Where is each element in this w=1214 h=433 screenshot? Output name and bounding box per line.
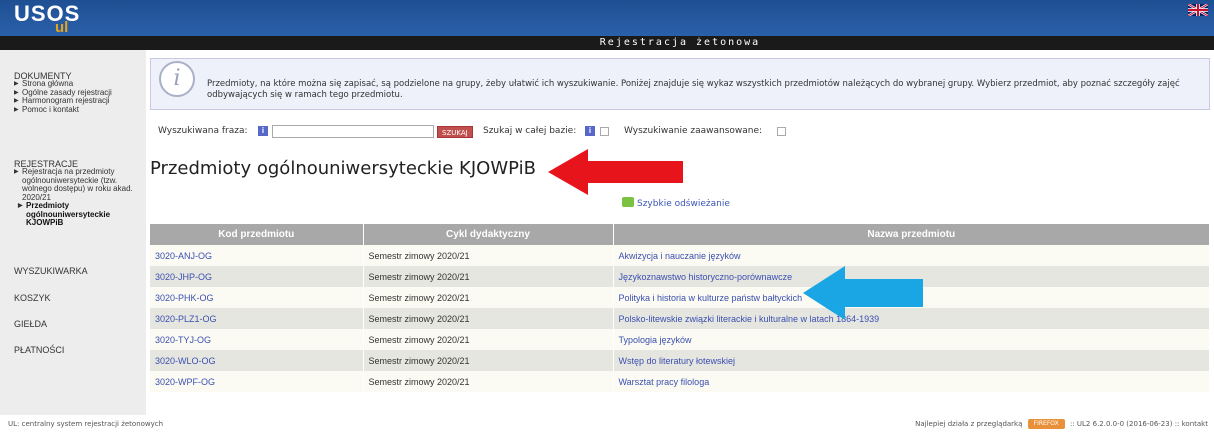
course-code[interactable]: 3020-WPF-OG [150, 371, 364, 392]
search-button[interactable]: SZUKAJ [437, 126, 473, 138]
quick-refresh-label[interactable]: Szybkie odświeżanie [637, 199, 730, 209]
course-code[interactable]: 3020-JHP-OG [150, 266, 364, 287]
sidebar-documents: DOKUMENTY Strona główna Ogólne zasady re… [14, 72, 134, 114]
red-arrow-annotation [548, 149, 683, 195]
sidebar-link-cart[interactable]: KOSZYK [14, 293, 51, 303]
footer-browser-note: Najlepiej działa z przeglądarką [915, 420, 1023, 428]
course-cycle: Semestr zimowy 2020/21 [363, 287, 614, 308]
info-text: Przedmioty, na które można się zapisać, … [207, 79, 1180, 100]
course-name[interactable]: Akwizycja i nauczanie języków [613, 245, 1210, 266]
search-phrase-label: Wyszukiwana fraza: [158, 126, 248, 136]
whole-db-help-icon[interactable]: i [585, 126, 595, 136]
sidebar-link-payments[interactable]: PŁATNOŚCI [14, 345, 64, 355]
course-cycle: Semestr zimowy 2020/21 [363, 266, 614, 287]
title-bar-left [0, 36, 146, 50]
course-cycle: Semestr zimowy 2020/21 [363, 245, 614, 266]
search-input[interactable] [272, 125, 434, 138]
page-title: Przedmioty ogólnouniwersyteckie KJOWPiB [150, 158, 536, 179]
firefox-badge[interactable]: FIREFOX [1027, 419, 1065, 429]
table-row: 3020-ANJ-OG Semestr zimowy 2020/21 Akwiz… [150, 245, 1210, 266]
table-row: 3020-PLZ1-OG Semestr zimowy 2020/21 Pols… [150, 308, 1210, 329]
course-code[interactable]: 3020-TYJ-OG [150, 329, 364, 350]
top-bar: USOS ul [0, 0, 1214, 36]
table-header-row: Kod przedmiotu Cykl dydaktyczny Nazwa pr… [150, 224, 1210, 245]
blue-arrow-annotation [803, 266, 923, 320]
ul-logo: ul [55, 19, 69, 36]
course-cycle: Semestr zimowy 2020/21 [363, 308, 614, 329]
table-row: 3020-JHP-OG Semestr zimowy 2020/21 Język… [150, 266, 1210, 287]
course-name[interactable]: Wstęp do literatury łotewskiej [613, 350, 1210, 371]
footer-contact-link[interactable]: :: kontakt [1175, 420, 1208, 428]
advanced-search-checkbox[interactable] [777, 127, 786, 136]
search-help-icon[interactable]: i [258, 126, 268, 136]
page-title-bar: Rejestracja żetonowa [146, 36, 1214, 50]
course-code[interactable]: 3020-ANJ-OG [150, 245, 364, 266]
course-code[interactable]: 3020-WLO-OG [150, 350, 364, 371]
footer-system-name: UL: centralny system rejestracji żetonow… [8, 420, 164, 428]
usos-logo[interactable]: USOS [14, 1, 80, 27]
column-header-code[interactable]: Kod przedmiotu [150, 224, 364, 245]
footer-version: :: UL2 6.2.0.0-0 (2016-06-23) [1069, 420, 1173, 428]
whole-db-label: Szukaj w całej bazie: [483, 126, 577, 136]
info-box: i Przedmioty, na które można się zapisać… [150, 58, 1210, 110]
course-cycle: Semestr zimowy 2020/21 [363, 329, 614, 350]
info-icon: i [159, 61, 195, 97]
courses-table: Kod przedmiotu Cykl dydaktyczny Nazwa pr… [150, 224, 1210, 392]
table-row: 3020-WLO-OG Semestr zimowy 2020/21 Wstęp… [150, 350, 1210, 371]
footer: UL: centralny system rejestracji żetonow… [0, 415, 1214, 433]
table-row: 3020-WPF-OG Semestr zimowy 2020/21 Warsz… [150, 371, 1210, 392]
course-cycle: Semestr zimowy 2020/21 [363, 371, 614, 392]
footer-right: Najlepiej działa z przeglądarką FIREFOX … [915, 415, 1208, 433]
sidebar-item-help[interactable]: Pomoc i kontakt [14, 105, 134, 115]
table-row: 3020-TYJ-OG Semestr zimowy 2020/21 Typol… [150, 329, 1210, 350]
course-code[interactable]: 3020-PLZ1-OG [150, 308, 364, 329]
whole-db-checkbox[interactable] [600, 127, 609, 136]
sidebar-item-active-group[interactable]: Przedmioty ogólnouniwersyteckie KJOWPiB [14, 201, 144, 228]
sidebar-registrations: REJESTRACJE Rejestracja na przedmioty og… [14, 160, 144, 228]
course-cycle: Semestr zimowy 2020/21 [363, 350, 614, 371]
uk-flag-icon[interactable] [1188, 4, 1208, 16]
table-row: 3020-PHK-OG Semestr zimowy 2020/21 Polit… [150, 287, 1210, 308]
course-name[interactable]: Typologia języków [613, 329, 1210, 350]
course-name[interactable]: Warsztat pracy filologa [613, 371, 1210, 392]
refresh-icon [622, 197, 634, 207]
quick-refresh-link[interactable]: Szybkie odświeżanie [622, 197, 730, 209]
advanced-search-label: Wyszukiwanie zaawansowane: [624, 126, 763, 136]
sidebar-link-exchange[interactable]: GIEŁDA [14, 319, 47, 329]
column-header-name[interactable]: Nazwa przedmiotu [613, 224, 1210, 245]
course-code[interactable]: 3020-PHK-OG [150, 287, 364, 308]
sidebar: DOKUMENTY Strona główna Ogólne zasady re… [0, 50, 146, 415]
sidebar-item-registration[interactable]: Rejestracja na przedmioty ogólnouniwersy… [14, 167, 139, 202]
column-header-cycle[interactable]: Cykl dydaktyczny [363, 224, 614, 245]
sidebar-link-search[interactable]: WYSZUKIWARKA [14, 266, 88, 276]
